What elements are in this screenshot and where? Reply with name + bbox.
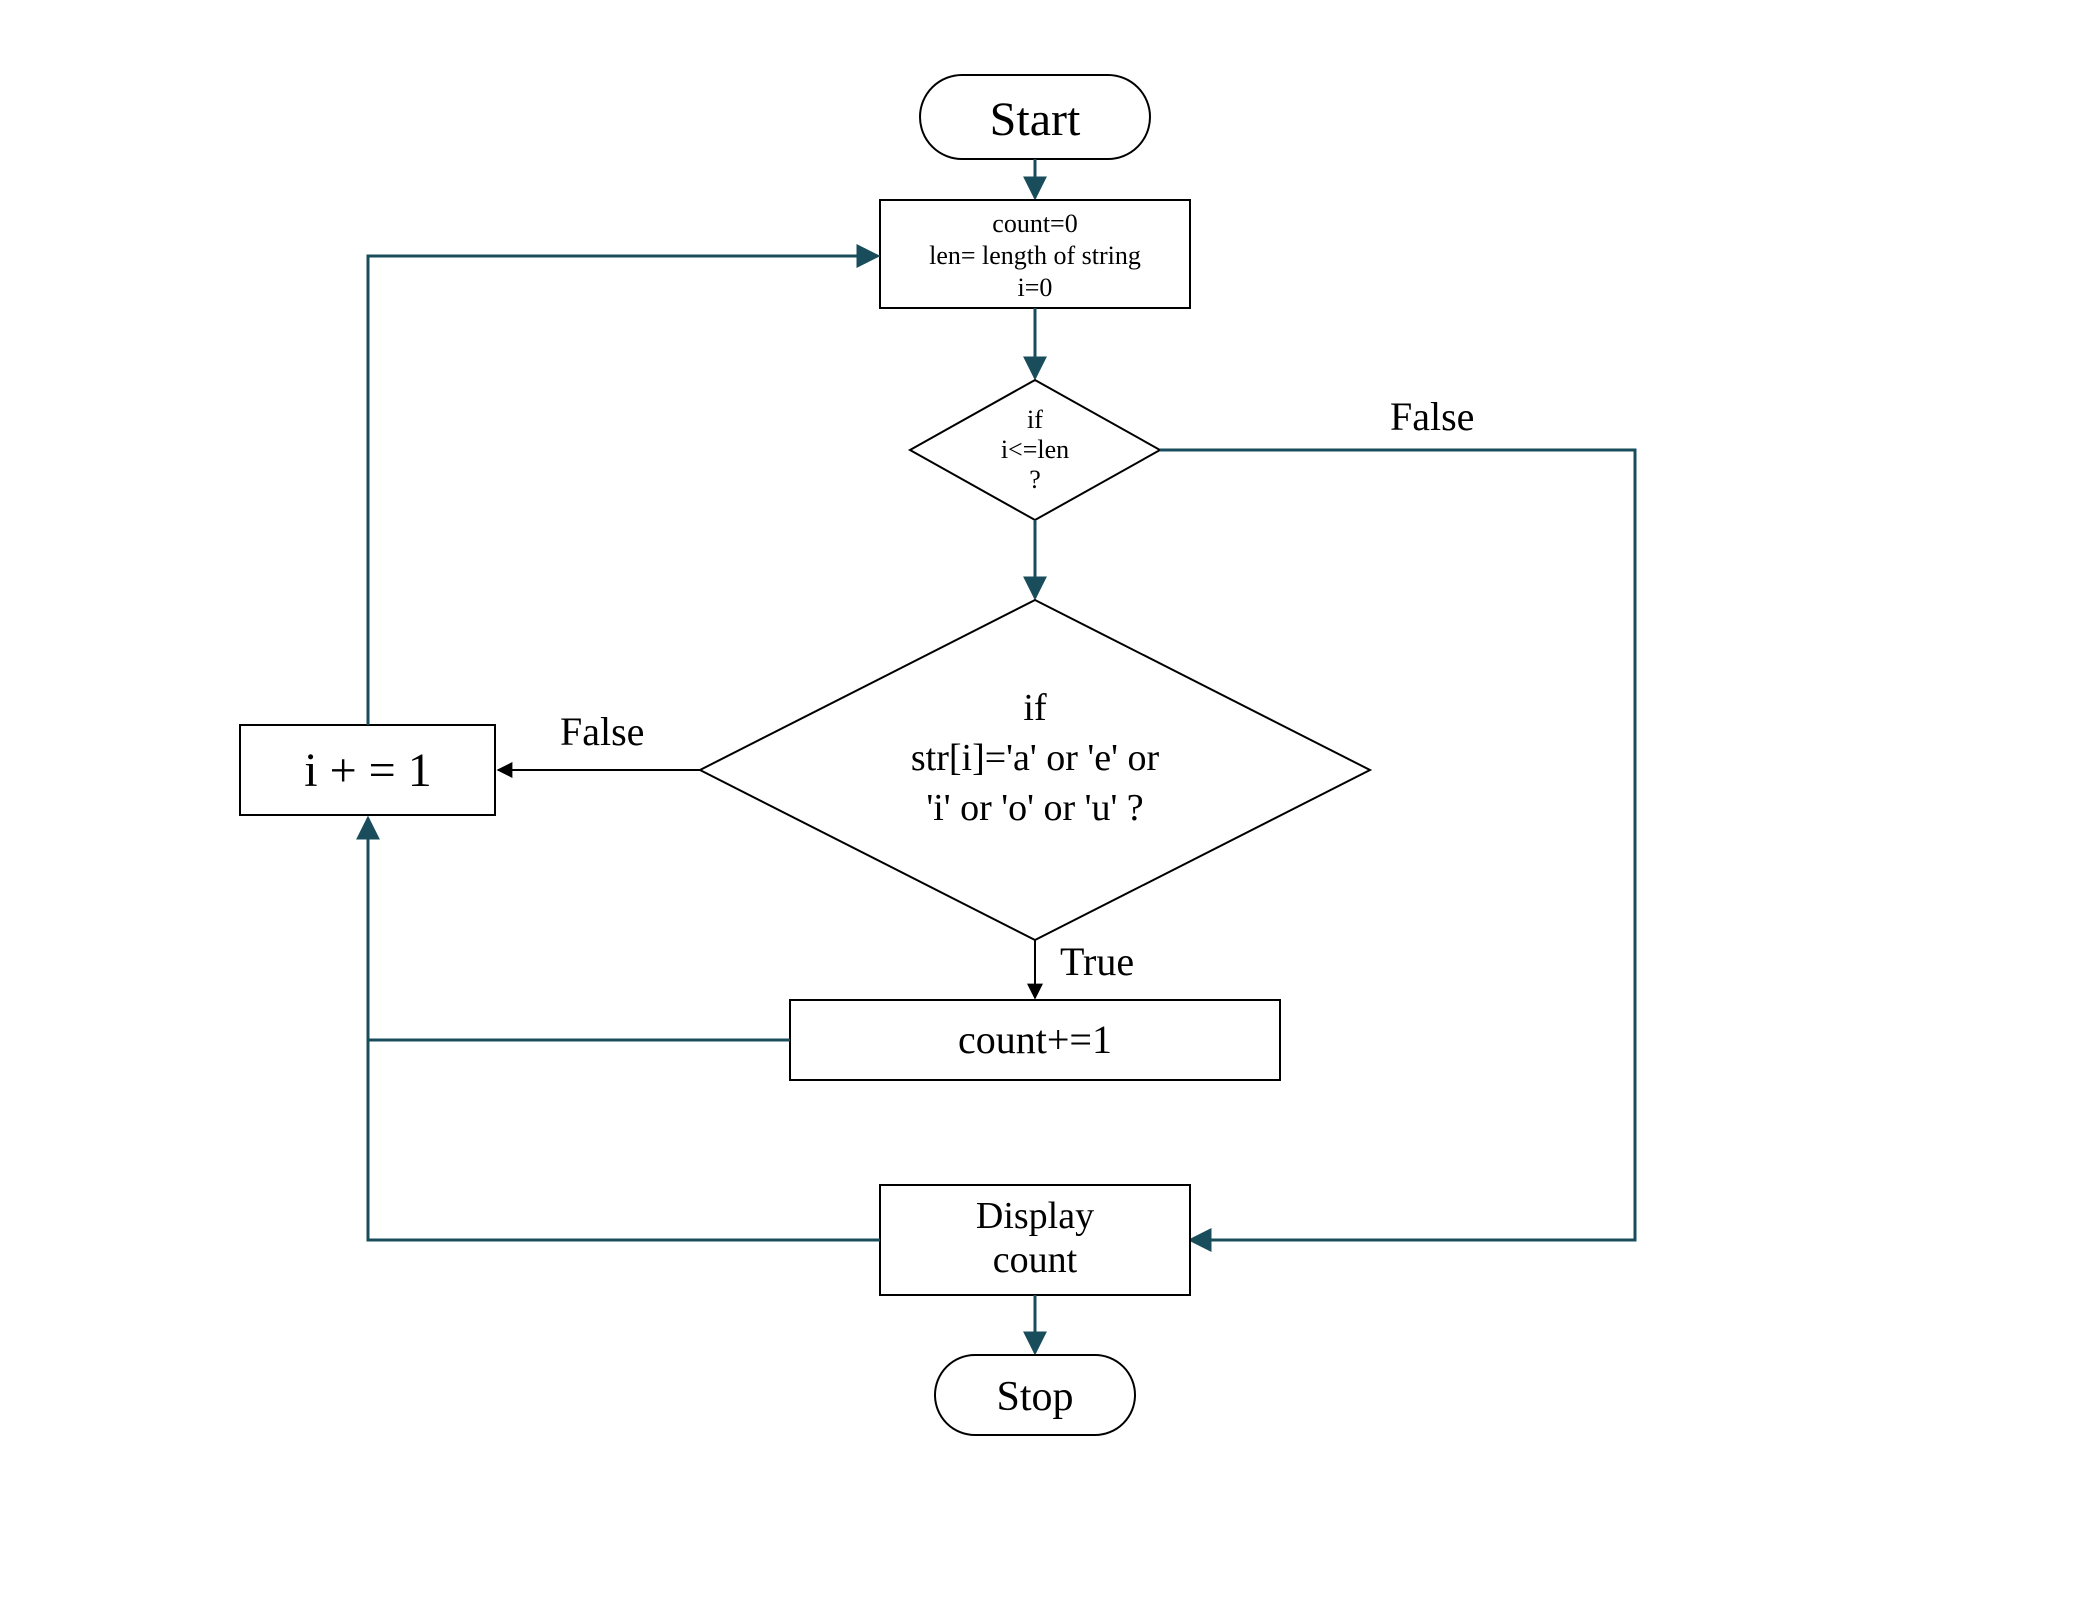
edge-count-to-i <box>368 818 790 1040</box>
start-label: Start <box>990 93 1081 146</box>
cond2-line1: if <box>1023 687 1047 729</box>
display-node: Display count <box>880 1185 1190 1295</box>
cond2-line2: str[i]='a' or 'e' or <box>911 737 1160 779</box>
edge-loop-back <box>368 256 878 725</box>
start-node: Start <box>920 75 1150 159</box>
display-line2: count <box>993 1239 1078 1281</box>
cond1-line1: if <box>1027 405 1043 434</box>
inc-count-node: count+=1 <box>790 1000 1280 1080</box>
edge-cond1-false <box>1160 450 1635 1240</box>
cond1-node: if i<=len ? <box>910 380 1160 520</box>
display-line1: Display <box>976 1195 1094 1237</box>
cond2-false-label: False <box>560 709 644 754</box>
stop-node: Stop <box>935 1355 1135 1435</box>
cond2-node: if str[i]='a' or 'e' or 'i' or 'o' or 'u… <box>700 600 1370 940</box>
cond2-line3: 'i' or 'o' or 'u' ? <box>926 787 1143 829</box>
inc-count-label: count+=1 <box>958 1017 1112 1062</box>
inc-i-node: i + = 1 <box>240 725 495 815</box>
cond2-true-label: True <box>1060 939 1134 984</box>
cond1-false-label: False <box>1390 394 1474 439</box>
cond1-line3: ? <box>1029 465 1041 494</box>
init-line3: i=0 <box>1018 273 1053 302</box>
init-line1: count=0 <box>992 209 1077 238</box>
init-node: count=0 len= length of string i=0 <box>880 200 1190 308</box>
stop-label: Stop <box>996 1374 1073 1420</box>
cond1-line2: i<=len <box>1001 435 1069 464</box>
inc-i-label: i + = 1 <box>304 744 431 797</box>
init-line2: len= length of string <box>929 241 1141 270</box>
